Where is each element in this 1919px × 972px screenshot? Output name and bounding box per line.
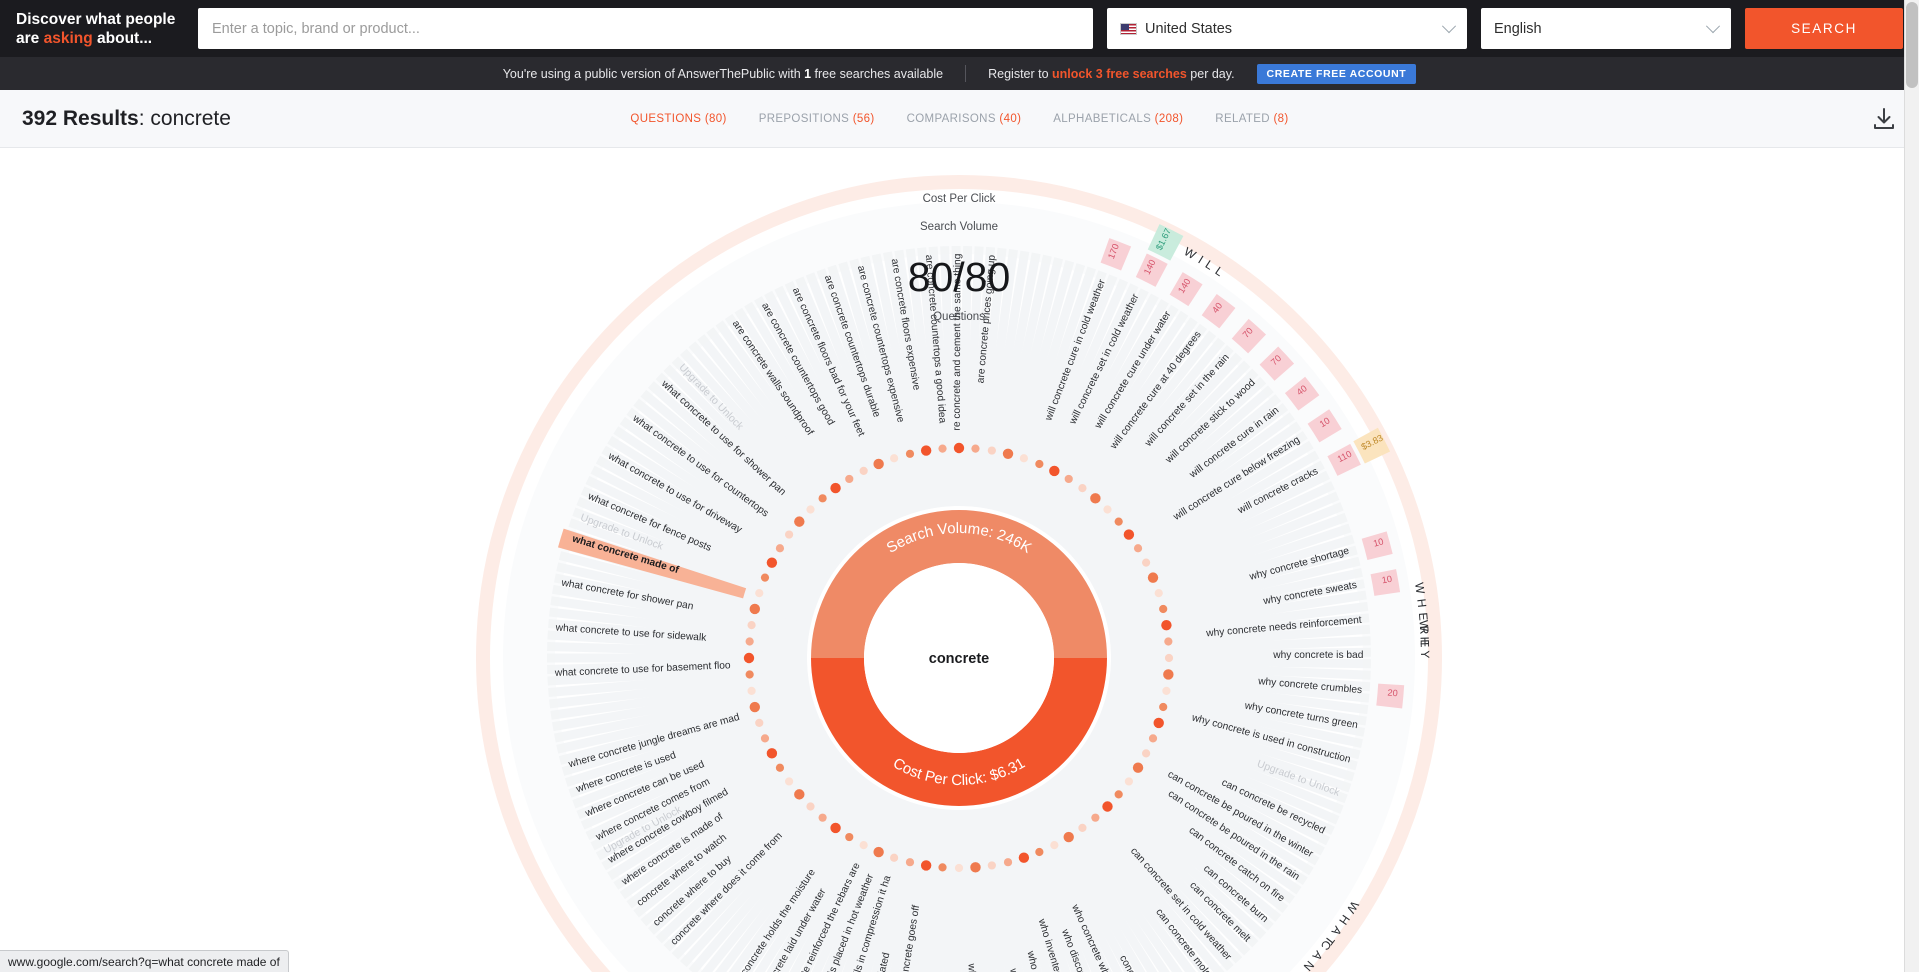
country-select-value: United States [1145, 20, 1233, 37]
notice-message-pre: You're using a public version of AnswerT… [502, 66, 805, 81]
tagline-line-2-pre: are [16, 29, 44, 47]
svg-text:20: 20 [1387, 687, 1398, 698]
tab-alphabeticals-label: ALPHABETICALS [1053, 112, 1152, 125]
tab-comparisons[interactable]: COMPARISONS (40) [907, 113, 1022, 125]
download-button[interactable] [1871, 106, 1897, 132]
tab-comparisons-label: COMPARISONS [906, 112, 996, 125]
page-title: 392 Results: concrete [22, 107, 231, 131]
tab-alphabeticals-count: (208) [1154, 112, 1184, 125]
tab-related[interactable]: RELATED (8) [1215, 113, 1288, 125]
tagline-line-2-post: about... [92, 29, 153, 47]
language-select[interactable]: English [1481, 8, 1731, 49]
question-wheel-svg[interactable]: will concrete cure in cold weather170wil… [0, 148, 1919, 972]
browser-status-bar: www.google.com/search?q=what concrete ma… [0, 950, 289, 972]
register-highlight: unlock 3 free searches [1052, 66, 1187, 81]
tab-prepositions-label: PREPOSITIONS [758, 112, 850, 125]
notice-message-post: free searches available [811, 66, 944, 81]
svg-text:10: 10 [1381, 574, 1393, 586]
country-select[interactable]: United States [1107, 8, 1467, 49]
svg-text:why concrete is bad: why concrete is bad [1272, 650, 1363, 661]
status-url: www.google.com/search?q=what concrete ma… [8, 954, 280, 969]
tab-related-count: (8) [1273, 112, 1289, 125]
tab-questions-label: QUESTIONS [630, 112, 702, 125]
search-input[interactable] [198, 8, 1093, 49]
tagline-line-1: Discover what people [16, 10, 176, 28]
brand-tagline: Discover what people are asking about... [16, 10, 184, 48]
results-count: 392 Results [22, 106, 139, 130]
tab-questions-count: (80) [704, 112, 727, 125]
visualization-stage: will concrete cure in cold weather 170 wil… [0, 148, 1919, 972]
tab-related-label: RELATED [1215, 112, 1270, 125]
free-plan-notice: You're using a public version of AnswerT… [0, 57, 1919, 90]
page-scrollbar[interactable] [1904, 0, 1919, 972]
notice-message: You're using a public version of AnswerT… [503, 67, 943, 81]
register-pre: Register to [988, 66, 1053, 81]
svg-text:concrete: concrete [929, 651, 989, 667]
create-free-account-button[interactable]: CREATE FREE ACCOUNT [1256, 63, 1417, 84]
tab-questions[interactable]: QUESTIONS (80) [630, 113, 726, 125]
tab-prepositions[interactable]: PREPOSITIONS (56) [759, 113, 875, 125]
question-wheel[interactable]: will concrete cure in cold weather 170 wil… [0, 148, 1919, 972]
register-message: Register to unlock 3 free searches per d… [988, 67, 1234, 81]
tab-alphabeticals[interactable]: ALPHABETICALS (208) [1053, 113, 1183, 125]
tab-prepositions-count: (56) [852, 112, 875, 125]
results-keyword: : concrete [138, 106, 231, 130]
us-flag-icon [1120, 22, 1137, 35]
chevron-down-icon [1441, 18, 1457, 33]
tab-comparisons-count: (40) [999, 112, 1022, 125]
scrollbar-thumb[interactable] [1906, 2, 1918, 88]
chevron-down-icon [1705, 18, 1721, 33]
notice-divider [965, 65, 967, 82]
results-tabs: QUESTIONS (80) PREPOSITIONS (56) COMPARI… [630, 113, 1288, 125]
language-select-value: English [1494, 20, 1542, 37]
results-header: 392 Results: concrete QUESTIONS (80) PRE… [0, 90, 1919, 148]
register-post: per day. [1186, 66, 1235, 81]
search-button[interactable]: SEARCH [1745, 8, 1903, 49]
tagline-highlight: asking [43, 29, 93, 47]
top-search-bar: Discover what people are asking about...… [0, 0, 1919, 57]
download-icon [1874, 107, 1894, 129]
